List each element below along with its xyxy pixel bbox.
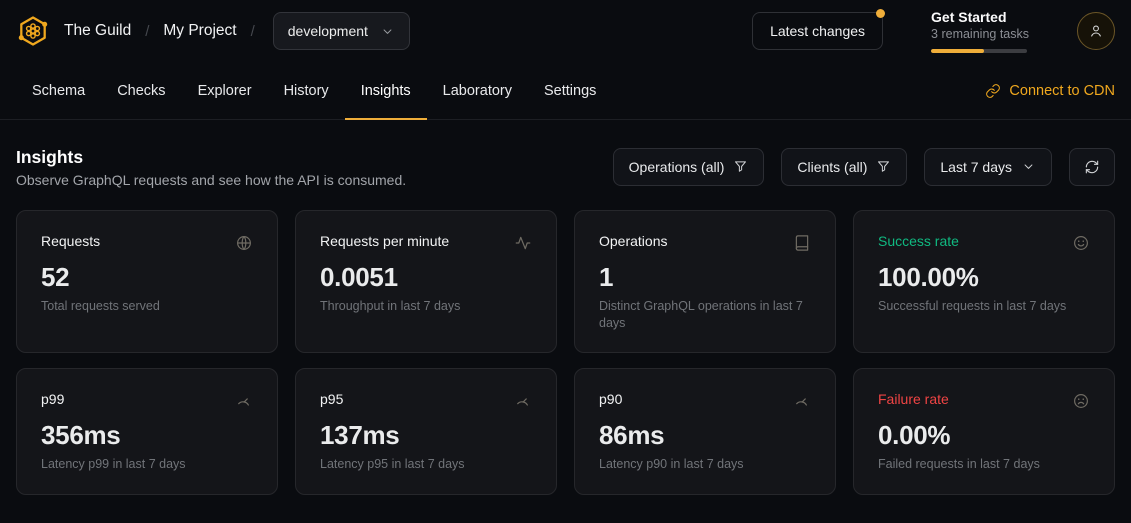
card-value: 0.0051 (320, 263, 532, 293)
gauge-icon (514, 392, 532, 410)
target-selector-value: development (288, 23, 368, 39)
app-window: The Guild / My Project / development Lat… (0, 0, 1131, 523)
card-subtitle: Total requests served (41, 298, 253, 315)
card-subtitle: Latency p95 in last 7 days (320, 456, 532, 473)
stat-card-failure-rate: Failure rate 0.00% Failed requests in la… (853, 368, 1115, 495)
breadcrumb-separator: / (251, 23, 255, 40)
page-subtitle: Observe GraphQL requests and see how the… (16, 172, 406, 188)
stat-card-p99: p99 356ms Latency p99 in last 7 days (16, 368, 278, 495)
top-header: The Guild / My Project / development Lat… (0, 0, 1131, 62)
nav-tabs: Schema Checks Explorer History Insights … (16, 62, 612, 119)
stat-card-p90: p90 86ms Latency p90 in last 7 days (574, 368, 836, 495)
card-title: p95 (320, 391, 343, 407)
refresh-button[interactable] (1069, 148, 1115, 186)
filter-icon (733, 159, 748, 174)
card-title: Operations (599, 233, 667, 249)
insights-page: Insights Observe GraphQL requests and se… (0, 120, 1131, 495)
user-icon (1088, 23, 1104, 39)
connect-to-cdn-button[interactable]: Connect to CDN (985, 62, 1115, 119)
gauge-icon (235, 392, 253, 410)
tab-label: Laboratory (443, 83, 512, 99)
tab-explorer[interactable]: Explorer (182, 62, 268, 119)
card-subtitle: Distinct GraphQL operations in last 7 da… (599, 298, 811, 332)
stat-card-p95: p95 137ms Latency p95 in last 7 days (295, 368, 557, 495)
smile-icon (1072, 234, 1090, 252)
latest-changes-button[interactable]: Latest changes (752, 12, 883, 50)
gauge-icon (793, 392, 811, 410)
card-value: 137ms (320, 421, 532, 451)
breadcrumb: The Guild / My Project / development (16, 12, 410, 50)
page-header-row: Insights Observe GraphQL requests and se… (16, 146, 1115, 188)
tab-label: Checks (117, 83, 165, 99)
period-select-button[interactable]: Last 7 days (924, 148, 1052, 186)
stat-card-operations: Operations 1 Distinct GraphQL operations… (574, 210, 836, 353)
card-title: Requests per minute (320, 233, 449, 249)
tab-label: History (284, 83, 329, 99)
card-value: 86ms (599, 421, 811, 451)
connect-to-cdn-label: Connect to CDN (1009, 83, 1115, 99)
tab-checks[interactable]: Checks (101, 62, 181, 119)
breadcrumb-project[interactable]: My Project (163, 22, 236, 40)
tab-label: Insights (361, 83, 411, 99)
get-started-subtitle: 3 remaining tasks (931, 26, 1029, 43)
notification-dot (876, 9, 885, 18)
breadcrumb-separator: / (145, 23, 149, 40)
card-value: 0.00% (878, 421, 1090, 451)
activity-icon (514, 234, 532, 252)
card-title: Success rate (878, 233, 959, 249)
card-value: 52 (41, 263, 253, 293)
tab-insights[interactable]: Insights (345, 62, 427, 119)
frown-icon (1072, 392, 1090, 410)
card-subtitle: Latency p99 in last 7 days (41, 456, 253, 473)
tab-laboratory[interactable]: Laboratory (427, 62, 528, 119)
book-icon (793, 234, 811, 252)
card-subtitle: Failed requests in last 7 days (878, 456, 1090, 473)
get-started-progress-fill (931, 49, 984, 53)
chevron-down-icon (380, 24, 395, 39)
card-subtitle: Successful requests in last 7 days (878, 298, 1090, 315)
filters-toolbar: Operations (all) Clients (all) Last 7 da… (613, 148, 1115, 186)
breadcrumb-org[interactable]: The Guild (64, 22, 131, 40)
clients-filter-button[interactable]: Clients (all) (781, 148, 907, 186)
get-started-widget[interactable]: Get Started 3 remaining tasks (931, 9, 1029, 53)
clients-filter-label: Clients (all) (797, 159, 867, 175)
tab-history[interactable]: History (268, 62, 345, 119)
guild-hive-logo-icon[interactable] (16, 14, 50, 48)
header-actions: Latest changes Get Started 3 remaining t… (752, 9, 1115, 53)
project-nav: Schema Checks Explorer History Insights … (0, 62, 1131, 120)
globe-icon (235, 234, 253, 252)
tab-schema[interactable]: Schema (16, 62, 101, 119)
page-heading-block: Insights Observe GraphQL requests and se… (16, 146, 406, 188)
get-started-title: Get Started (931, 9, 1029, 27)
tab-label: Schema (32, 83, 85, 99)
tab-label: Settings (544, 83, 596, 99)
page-title: Insights (16, 146, 406, 169)
refresh-icon (1084, 159, 1100, 175)
card-title: p90 (599, 391, 622, 407)
user-avatar-button[interactable] (1077, 12, 1115, 50)
period-select-label: Last 7 days (940, 159, 1012, 175)
latest-changes-label: Latest changes (770, 23, 865, 39)
card-title: p99 (41, 391, 64, 407)
chevron-down-icon (1021, 159, 1036, 174)
link-icon (985, 83, 1001, 99)
filter-icon (876, 159, 891, 174)
card-value: 100.00% (878, 263, 1090, 293)
target-selector[interactable]: development (273, 12, 410, 50)
operations-filter-label: Operations (all) (629, 159, 725, 175)
card-value: 356ms (41, 421, 253, 451)
stat-card-requests-per-minute: Requests per minute 0.0051 Throughput in… (295, 210, 557, 353)
card-title: Requests (41, 233, 100, 249)
tab-label: Explorer (198, 83, 252, 99)
card-subtitle: Throughput in last 7 days (320, 298, 532, 315)
tab-settings[interactable]: Settings (528, 62, 612, 119)
stats-grid: Requests 52 Total requests served Reques… (16, 210, 1115, 495)
card-value: 1 (599, 263, 811, 293)
operations-filter-button[interactable]: Operations (all) (613, 148, 765, 186)
card-subtitle: Latency p90 in last 7 days (599, 456, 811, 473)
get-started-progress-track (931, 49, 1027, 53)
stat-card-success-rate: Success rate 100.00% Successful requests… (853, 210, 1115, 353)
card-title: Failure rate (878, 391, 949, 407)
stat-card-requests: Requests 52 Total requests served (16, 210, 278, 353)
